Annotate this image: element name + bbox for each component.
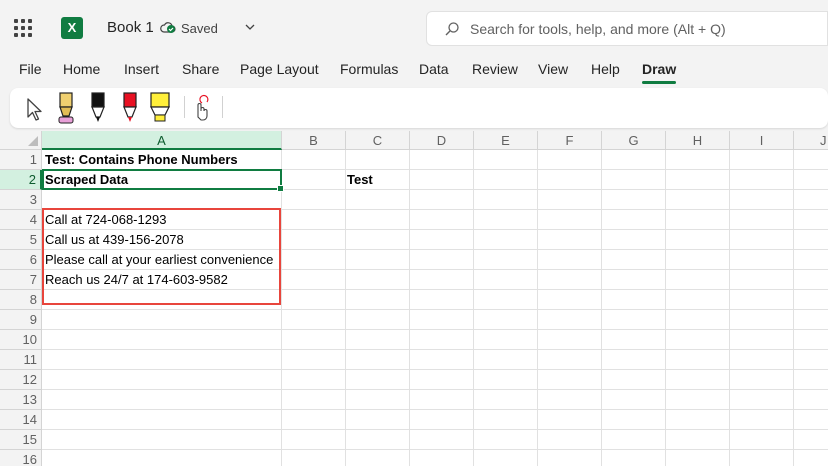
document-title[interactable]: Book 1 xyxy=(107,19,154,36)
tab-page-layout[interactable]: Page Layout xyxy=(240,61,319,77)
tab-share[interactable]: Share xyxy=(182,61,219,77)
column-header-i[interactable]: I xyxy=(730,131,794,150)
gridline xyxy=(729,150,730,466)
tab-insert[interactable]: Insert xyxy=(124,61,159,77)
touch-drawing-icon[interactable] xyxy=(191,91,213,125)
gridline xyxy=(601,150,602,466)
gridline xyxy=(42,389,828,390)
highlight-box xyxy=(42,208,281,305)
gridline xyxy=(345,150,346,466)
red-pen-icon[interactable] xyxy=(120,91,140,125)
gridline xyxy=(537,150,538,466)
row-header-12[interactable]: 12 xyxy=(0,370,42,390)
gridline xyxy=(42,429,828,430)
ribbon-tabs: File Home Insert Share Page Layout Formu… xyxy=(0,56,828,86)
cloud-saved-icon xyxy=(160,22,176,33)
select-all-button[interactable] xyxy=(0,131,42,150)
row-header-2[interactable]: 2 xyxy=(0,170,42,190)
yellow-highlighter-icon[interactable] xyxy=(148,91,172,125)
row-header-9[interactable]: 9 xyxy=(0,310,42,330)
column-header-b[interactable]: B xyxy=(282,131,346,150)
chevron-down-icon[interactable] xyxy=(243,20,257,34)
gridline xyxy=(42,449,828,450)
column-header-f[interactable]: F xyxy=(538,131,602,150)
gridline xyxy=(409,150,410,466)
gridline xyxy=(42,309,828,310)
column-header-g[interactable]: G xyxy=(602,131,666,150)
toolbar-divider xyxy=(184,96,185,118)
column-header-a[interactable]: A xyxy=(42,131,282,150)
gridline xyxy=(42,329,828,330)
app-launcher-icon[interactable] xyxy=(14,19,32,37)
active-cell-cursor[interactable] xyxy=(42,169,284,192)
column-header-j[interactable]: J xyxy=(794,131,828,150)
row-header-15[interactable]: 15 xyxy=(0,430,42,450)
gridline xyxy=(793,150,794,466)
row-header-10[interactable]: 10 xyxy=(0,330,42,350)
row-header-5[interactable]: 5 xyxy=(0,230,42,250)
tab-review[interactable]: Review xyxy=(472,61,518,77)
row-header-11[interactable]: 11 xyxy=(0,350,42,370)
tab-home[interactable]: Home xyxy=(63,61,100,77)
pencil-icon[interactable] xyxy=(56,91,76,125)
row-header-4[interactable]: 4 xyxy=(0,210,42,230)
tab-formulas[interactable]: Formulas xyxy=(340,61,398,77)
cell-a1[interactable]: Test: Contains Phone Numbers xyxy=(45,150,238,170)
row-header-7[interactable]: 7 xyxy=(0,270,42,290)
row-header-8[interactable]: 8 xyxy=(0,290,42,310)
tab-view[interactable]: View xyxy=(538,61,568,77)
select-cursor-icon[interactable] xyxy=(22,91,46,125)
gridline xyxy=(42,369,828,370)
tab-data[interactable]: Data xyxy=(419,61,449,77)
column-header-d[interactable]: D xyxy=(410,131,474,150)
row-header-14[interactable]: 14 xyxy=(0,410,42,430)
row-header-13[interactable]: 13 xyxy=(0,390,42,410)
row-header-3[interactable]: 3 xyxy=(0,190,42,210)
search-icon xyxy=(445,22,459,36)
draw-toolbar xyxy=(10,88,828,128)
gridline xyxy=(665,150,666,466)
column-header-c[interactable]: C xyxy=(346,131,410,150)
gridline xyxy=(42,409,828,410)
save-status: Saved xyxy=(181,21,218,36)
cell-c2[interactable]: Test xyxy=(347,170,373,190)
gridline xyxy=(281,150,282,466)
row-header-1[interactable]: 1 xyxy=(0,150,42,170)
tab-help[interactable]: Help xyxy=(591,61,620,77)
search-box[interactable]: Search for tools, help, and more (Alt + … xyxy=(426,11,828,46)
column-header-h[interactable]: H xyxy=(666,131,730,150)
gridline xyxy=(473,150,474,466)
excel-logo-icon[interactable]: X xyxy=(61,17,87,39)
row-header-16[interactable]: 16 xyxy=(0,450,42,466)
row-header-6[interactable]: 6 xyxy=(0,250,42,270)
title-bar: X Book 1 Saved Search for tools, help, a… xyxy=(0,0,828,56)
toolbar-divider xyxy=(222,96,223,118)
tab-draw[interactable]: Draw xyxy=(642,61,677,84)
gridline xyxy=(42,349,828,350)
spreadsheet-grid[interactable]: A B C D E F G H I J 1 2 3 4 5 6 7 8 9 10… xyxy=(0,131,828,466)
column-header-e[interactable]: E xyxy=(474,131,538,150)
black-pen-icon[interactable] xyxy=(88,91,108,125)
search-input[interactable]: Search for tools, help, and more (Alt + … xyxy=(470,21,726,37)
tab-file[interactable]: File xyxy=(19,61,42,77)
